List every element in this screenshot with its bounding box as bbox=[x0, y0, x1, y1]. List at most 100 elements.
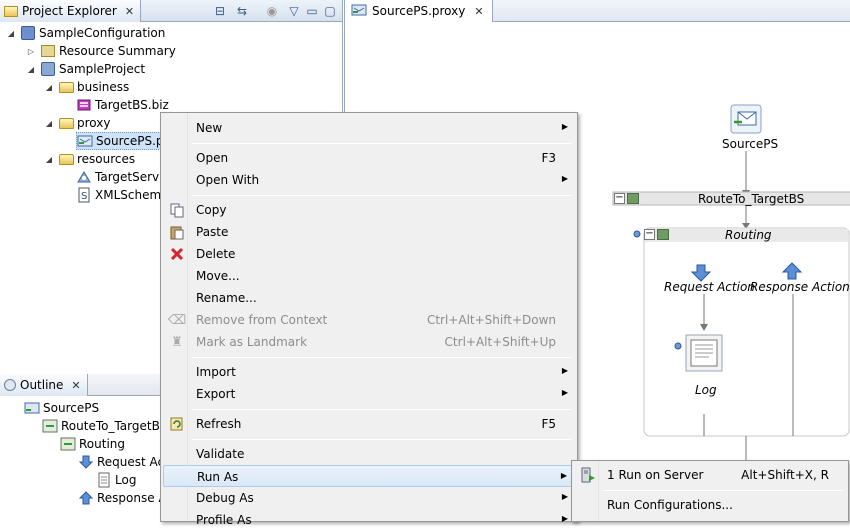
folder-icon bbox=[58, 151, 74, 167]
folder-view-icon bbox=[4, 5, 18, 17]
menu-item-open[interactable]: Open F3 bbox=[163, 147, 576, 169]
menu-item-run-configurations[interactable]: Run Configurations... bbox=[574, 494, 847, 516]
expand-twisty-icon[interactable]: ◢ bbox=[44, 83, 54, 92]
tree-item-business[interactable]: ◢ business bbox=[44, 78, 129, 96]
menu-item-open-with[interactable]: Open With ▶ bbox=[163, 169, 576, 191]
tree-item-resource-summary[interactable]: ▷ Resource Summary bbox=[26, 42, 176, 60]
menu-item-delete[interactable]: Delete bbox=[163, 243, 576, 265]
menu-separator bbox=[192, 439, 572, 440]
schema-icon: S bbox=[76, 187, 92, 203]
menu-item-rename[interactable]: Rename... bbox=[163, 287, 576, 309]
tree-item-targetservice-wsdl[interactable]: TargetServi bbox=[76, 168, 163, 186]
collapse-route-node-button[interactable]: − bbox=[614, 193, 625, 204]
close-icon[interactable]: ✕ bbox=[71, 379, 80, 392]
collapsed-twisty-icon[interactable]: ▷ bbox=[26, 47, 36, 56]
tree-item-label: resources bbox=[77, 152, 136, 166]
tree-item-label: SampleConfiguration bbox=[39, 26, 166, 40]
menu-item-shortcut: F5 bbox=[541, 417, 556, 431]
menu-item-label: New bbox=[196, 121, 223, 135]
tree-item-resources[interactable]: ◢ resources bbox=[44, 150, 135, 168]
menu-item-validate[interactable]: Validate bbox=[163, 443, 576, 465]
tree-item-label: proxy bbox=[77, 116, 111, 130]
menu-item-export[interactable]: Export ▶ bbox=[163, 383, 576, 405]
outline-item-label: Request Ac bbox=[97, 455, 165, 469]
maximize-icon[interactable]: ▢ bbox=[322, 3, 338, 19]
routing-icon bbox=[60, 436, 76, 452]
outline-item-sourceps[interactable]: SourcePS bbox=[24, 399, 99, 417]
proxy-service-icon bbox=[351, 2, 367, 21]
menu-separator bbox=[603, 490, 843, 491]
folder-icon bbox=[58, 115, 74, 131]
tree-item-sampleconfiguration[interactable]: ◢ SampleConfiguration bbox=[6, 24, 165, 42]
link-with-editor-icon[interactable]: ⇆ bbox=[234, 3, 250, 19]
delete-icon bbox=[169, 246, 185, 262]
menu-item-run-on-server[interactable]: 1 Run on Server Alt+Shift+X, R bbox=[574, 464, 847, 486]
tree-item-targetbs-biz[interactable]: TargetBS.biz bbox=[76, 96, 169, 114]
project-explorer-tab-label: Project Explorer bbox=[22, 4, 117, 18]
route-node-label[interactable]: RouteTo_TargetBS bbox=[698, 192, 804, 206]
remove-context-icon: ⌫ bbox=[167, 312, 187, 328]
menu-item-label: Copy bbox=[196, 203, 227, 217]
tree-item-proxy[interactable]: ◢ proxy bbox=[44, 114, 111, 132]
expand-twisty-icon[interactable]: ◢ bbox=[6, 29, 16, 38]
business-service-icon bbox=[76, 97, 92, 113]
close-icon[interactable]: ✕ bbox=[125, 5, 134, 18]
submenu-arrow-icon: ▶ bbox=[561, 174, 568, 183]
menu-item-label: Move... bbox=[196, 269, 240, 283]
close-icon[interactable]: ✕ bbox=[474, 5, 483, 18]
project-explorer-tabbar: Project Explorer ✕ ⊟ ⇆ ◉ ▽ ▭ ▢ bbox=[0, 0, 342, 22]
project-explorer-tab[interactable]: Project Explorer ✕ bbox=[0, 0, 142, 22]
log-action-label[interactable]: Log bbox=[695, 383, 717, 397]
menu-item-label: Mark as Landmark bbox=[196, 335, 308, 349]
tree-item-xmlschema[interactable]: S XMLSchem bbox=[76, 186, 161, 204]
menu-item-shortcut: Ctrl+Alt+Shift+Up bbox=[444, 335, 556, 349]
menu-item-debug-as[interactable]: Debug As ▶ bbox=[163, 487, 576, 509]
menu-separator bbox=[192, 409, 572, 410]
outline-item-routing[interactable]: Routing bbox=[60, 435, 125, 453]
tree-item-sampleproject[interactable]: ◢ SampleProject bbox=[26, 60, 145, 78]
menu-item-label: Open With bbox=[196, 173, 260, 187]
view-menu-icon[interactable]: ▽ bbox=[286, 3, 302, 19]
menu-item-label: Run Configurations... bbox=[607, 498, 733, 512]
submenu-arrow-icon: ▶ bbox=[561, 122, 568, 131]
outline-item-response-action[interactable]: Response A bbox=[78, 489, 167, 507]
menu-item-mark-as-landmark[interactable]: ♜ Mark as Landmark Ctrl+Alt+Shift+Up bbox=[163, 331, 576, 353]
outline-item-log[interactable]: Log bbox=[96, 471, 136, 489]
menu-separator bbox=[192, 357, 572, 358]
editor-tab-label: SourcePS.proxy bbox=[372, 4, 466, 18]
outline-view-icon bbox=[4, 379, 16, 391]
menu-separator bbox=[192, 143, 572, 144]
request-action-label[interactable]: Request Action bbox=[664, 280, 755, 294]
menu-item-shortcut: Alt+Shift+X, R bbox=[741, 468, 829, 482]
menu-item-profile-as[interactable]: Profile As ▶ bbox=[163, 509, 576, 531]
tree-item-label: SourcePS.p bbox=[96, 134, 164, 148]
menu-item-copy[interactable]: Copy bbox=[163, 199, 576, 221]
expand-twisty-icon[interactable]: ◢ bbox=[26, 65, 36, 74]
svg-text:S: S bbox=[81, 191, 87, 202]
collapse-all-icon[interactable]: ⊟ bbox=[212, 3, 228, 19]
routing-label[interactable]: Routing bbox=[725, 228, 772, 242]
outline-tab[interactable]: Outline ✕ bbox=[0, 374, 88, 396]
expand-twisty-icon[interactable]: ◢ bbox=[44, 155, 54, 164]
editor-tab-sourceps-proxy[interactable]: SourcePS.proxy ✕ bbox=[345, 0, 493, 22]
submenu-arrow-icon: ▶ bbox=[561, 492, 568, 501]
outline-item-label: Routing bbox=[79, 437, 126, 451]
copy-icon bbox=[169, 202, 185, 218]
outline-item-request-action[interactable]: Request Ac bbox=[78, 453, 164, 471]
response-action-label[interactable]: Response Action bbox=[750, 280, 850, 294]
collapse-routing-button[interactable]: − bbox=[644, 229, 655, 240]
focus-on-task-icon[interactable]: ◉ bbox=[264, 3, 280, 19]
outline-item-routeto-targetbs[interactable]: RouteTo_TargetBS bbox=[42, 417, 167, 435]
menu-item-new[interactable]: New ▶ bbox=[163, 117, 576, 139]
menu-item-import[interactable]: Import ▶ bbox=[163, 361, 576, 383]
start-node-label[interactable]: SourcePS bbox=[722, 137, 778, 151]
submenu-arrow-icon: ▶ bbox=[561, 388, 568, 397]
menu-item-move[interactable]: Move... bbox=[163, 265, 576, 287]
expand-twisty-icon[interactable]: ◢ bbox=[44, 119, 54, 128]
routing-icon bbox=[657, 229, 669, 240]
menu-item-refresh[interactable]: Refresh F5 bbox=[163, 413, 576, 435]
menu-item-run-as[interactable]: Run As ▶ bbox=[163, 465, 576, 487]
minimize-icon[interactable]: ▭ bbox=[304, 3, 320, 19]
menu-item-paste[interactable]: Paste bbox=[163, 221, 576, 243]
menu-item-remove-from-context[interactable]: ⌫ Remove from Context Ctrl+Alt+Shift+Dow… bbox=[163, 309, 576, 331]
